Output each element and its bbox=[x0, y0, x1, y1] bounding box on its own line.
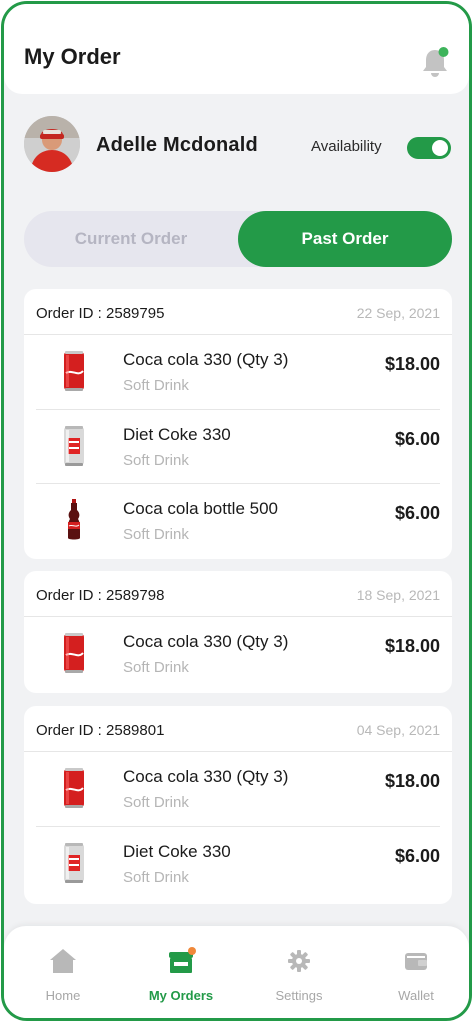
home-icon bbox=[50, 949, 76, 973]
item-category: Soft Drink bbox=[123, 869, 189, 886]
order-card[interactable]: Order ID : 2589798 18 Sep, 2021 Coca col… bbox=[24, 571, 452, 693]
item-name: Diet Coke 330 bbox=[123, 842, 231, 861]
item-price: $18.00 bbox=[384, 354, 440, 374]
coca-cola-can-icon bbox=[64, 768, 84, 808]
order-id: Order ID : 2589801 bbox=[36, 722, 165, 739]
order-date: 22 Sep, 2021 bbox=[356, 305, 440, 321]
coca-cola-can-icon bbox=[64, 351, 84, 391]
bottom-nav: Home My Orders Settings Wallet bbox=[4, 926, 469, 1018]
order-item[interactable]: Coca cola 330 (Qty 3) Soft Drink $18.00 bbox=[36, 335, 440, 409]
nav-my-orders-label: My Orders bbox=[148, 988, 214, 1003]
order-id: Order ID : 2589795 bbox=[36, 305, 165, 322]
gear-icon bbox=[288, 950, 310, 972]
wallet-icon bbox=[405, 953, 427, 970]
avatar[interactable] bbox=[24, 116, 80, 172]
nav-my-orders[interactable]: My Orders bbox=[122, 940, 240, 1010]
nav-home-label: Home bbox=[45, 988, 81, 1003]
item-name: Coca cola 330 (Qty 3) bbox=[123, 767, 289, 786]
order-tabs: Current Order Past Order bbox=[24, 211, 452, 267]
nav-settings-label: Settings bbox=[275, 988, 323, 1003]
coca-cola-can-icon bbox=[64, 633, 84, 673]
order-item[interactable]: Diet Coke 330 Soft Drink $6.00 bbox=[36, 409, 440, 483]
nav-wallet[interactable]: Wallet bbox=[357, 940, 469, 1010]
order-header: Order ID : 2589798 18 Sep, 2021 bbox=[24, 571, 452, 617]
diet-coke-can-icon bbox=[64, 426, 84, 466]
toggle-knob bbox=[432, 140, 448, 156]
user-name: Adelle Mcdonald bbox=[96, 134, 258, 156]
coca-cola-bottle-icon bbox=[68, 499, 80, 540]
nav-wallet-label: Wallet bbox=[398, 988, 434, 1003]
item-category: Soft Drink bbox=[123, 452, 189, 469]
item-name: Coca cola 330 (Qty 3) bbox=[123, 350, 289, 369]
nav-settings[interactable]: Settings bbox=[240, 940, 358, 1010]
item-category: Soft Drink bbox=[123, 659, 189, 676]
tab-past-order[interactable]: Past Order bbox=[238, 211, 452, 267]
app-header: My Order bbox=[4, 4, 469, 94]
order-header: Order ID : 2589801 04 Sep, 2021 bbox=[24, 706, 452, 752]
order-item[interactable]: Coca cola 330 (Qty 3) Soft Drink $18.00 bbox=[36, 617, 440, 691]
nav-home[interactable]: Home bbox=[4, 940, 122, 1010]
order-date: 04 Sep, 2021 bbox=[356, 722, 440, 738]
item-name: Coca cola 330 (Qty 3) bbox=[123, 632, 289, 651]
order-item[interactable]: Coca cola bottle 500 Soft Drink $6.00 bbox=[36, 483, 440, 557]
notification-dot bbox=[438, 47, 449, 57]
profile-section: Adelle Mcdonald Availability bbox=[4, 102, 469, 194]
diet-coke-can-icon bbox=[64, 843, 84, 883]
item-name: Coca cola bottle 500 bbox=[123, 499, 278, 518]
bell-icon[interactable] bbox=[420, 44, 450, 80]
item-category: Soft Drink bbox=[123, 377, 189, 394]
item-price: $6.00 bbox=[394, 846, 440, 866]
item-price: $18.00 bbox=[384, 636, 440, 656]
phone-frame: My Order Adelle Mcdonald Availability Cu… bbox=[1, 1, 472, 1021]
availability-toggle[interactable] bbox=[407, 137, 451, 159]
order-card[interactable]: Order ID : 2589795 22 Sep, 2021 Coca col… bbox=[24, 289, 452, 559]
nav-badge bbox=[188, 947, 196, 955]
order-card[interactable]: Order ID : 2589801 04 Sep, 2021 Coca col… bbox=[24, 706, 452, 904]
order-item[interactable]: Coca cola 330 (Qty 3) Soft Drink $18.00 bbox=[36, 752, 440, 826]
order-date: 18 Sep, 2021 bbox=[356, 587, 440, 603]
store-icon bbox=[169, 947, 196, 973]
order-item[interactable]: Diet Coke 330 Soft Drink $6.00 bbox=[36, 826, 440, 900]
order-header: Order ID : 2589795 22 Sep, 2021 bbox=[24, 289, 452, 335]
tab-current-order[interactable]: Current Order bbox=[24, 211, 238, 267]
item-name: Diet Coke 330 bbox=[123, 425, 231, 444]
item-category: Soft Drink bbox=[123, 794, 189, 811]
item-category: Soft Drink bbox=[123, 526, 189, 543]
item-price: $6.00 bbox=[394, 503, 440, 523]
order-id: Order ID : 2589798 bbox=[36, 587, 165, 604]
page-title: My Order bbox=[24, 44, 121, 69]
item-price: $6.00 bbox=[394, 429, 440, 449]
availability-label: Availability bbox=[311, 138, 382, 155]
item-price: $18.00 bbox=[384, 771, 440, 791]
